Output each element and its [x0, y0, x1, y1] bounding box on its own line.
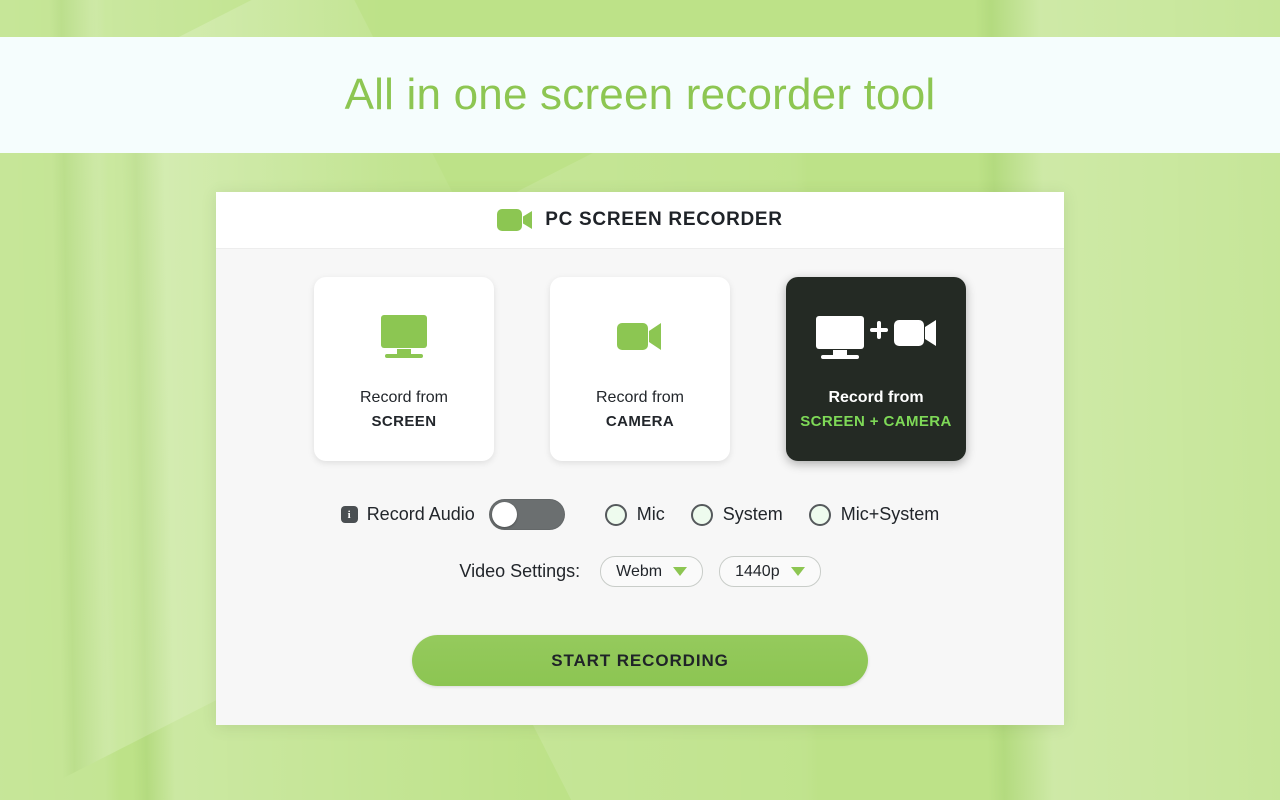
chevron-down-icon	[790, 567, 805, 576]
record-mode-screen-line2: SCREEN	[371, 413, 437, 430]
audio-source-radio-group: Mic System Mic+System	[604, 503, 940, 526]
record-mode-screen[interactable]: Record from SCREEN	[314, 277, 494, 461]
monitor-icon	[377, 304, 431, 370]
video-format-select[interactable]: Webm	[600, 556, 704, 587]
monitor-plus-camera-icon	[814, 304, 938, 370]
record-audio-label: Record Audio	[366, 504, 475, 524]
record-audio-row: i Record Audio Mic System Mic+System	[216, 499, 1064, 530]
app-title: PC SCREEN RECORDER	[545, 209, 783, 230]
audio-source-mic[interactable]: Mic	[604, 503, 665, 526]
video-camera-icon	[497, 208, 533, 232]
record-mode-camera[interactable]: Record from CAMERA	[550, 277, 730, 461]
record-mode-list: Record from SCREEN Record from CAMERA Re…	[216, 277, 1064, 461]
audio-source-system-label: System	[722, 504, 783, 524]
start-recording-row: START RECORDING	[216, 635, 1064, 686]
video-settings-label: Video Settings:	[459, 561, 581, 581]
hero-banner-title: All in one screen recorder tool	[344, 70, 936, 119]
radio-icon[interactable]	[604, 503, 627, 526]
record-mode-screen-camera-line1: Record from	[828, 389, 924, 406]
record-mode-screen-line1: Record from	[359, 389, 449, 406]
audio-source-mic-system-label: Mic+System	[840, 504, 940, 524]
record-mode-camera-line2: CAMERA	[605, 413, 675, 430]
video-resolution-value: 1440p	[735, 562, 780, 580]
app-header: PC SCREEN RECORDER	[216, 192, 1064, 249]
recorder-app-card: PC SCREEN RECORDER Record from SCREEN Re…	[216, 192, 1064, 725]
radio-icon[interactable]	[808, 503, 831, 526]
video-settings-row: Video Settings: Webm 1440p	[216, 556, 1064, 587]
audio-source-mic-system[interactable]: Mic+System	[808, 503, 940, 526]
record-mode-screen-camera-line2: SCREEN + CAMERA	[800, 413, 952, 430]
record-mode-screen-camera[interactable]: Record from SCREEN + CAMERA	[786, 277, 966, 461]
start-recording-button[interactable]: START RECORDING	[412, 635, 868, 686]
audio-source-mic-label: Mic	[636, 504, 665, 524]
toggle-knob	[491, 502, 517, 527]
video-format-value: Webm	[616, 562, 663, 580]
record-audio-toggle[interactable]	[488, 499, 565, 530]
radio-icon[interactable]	[690, 503, 713, 526]
chevron-down-icon	[673, 567, 688, 576]
record-mode-camera-line1: Record from	[595, 389, 685, 406]
video-resolution-select[interactable]: 1440p	[719, 556, 821, 587]
info-icon[interactable]: i	[340, 506, 358, 523]
audio-source-system[interactable]: System	[690, 503, 783, 526]
hero-banner: All in one screen recorder tool	[0, 37, 1280, 153]
camera-icon	[613, 304, 667, 370]
